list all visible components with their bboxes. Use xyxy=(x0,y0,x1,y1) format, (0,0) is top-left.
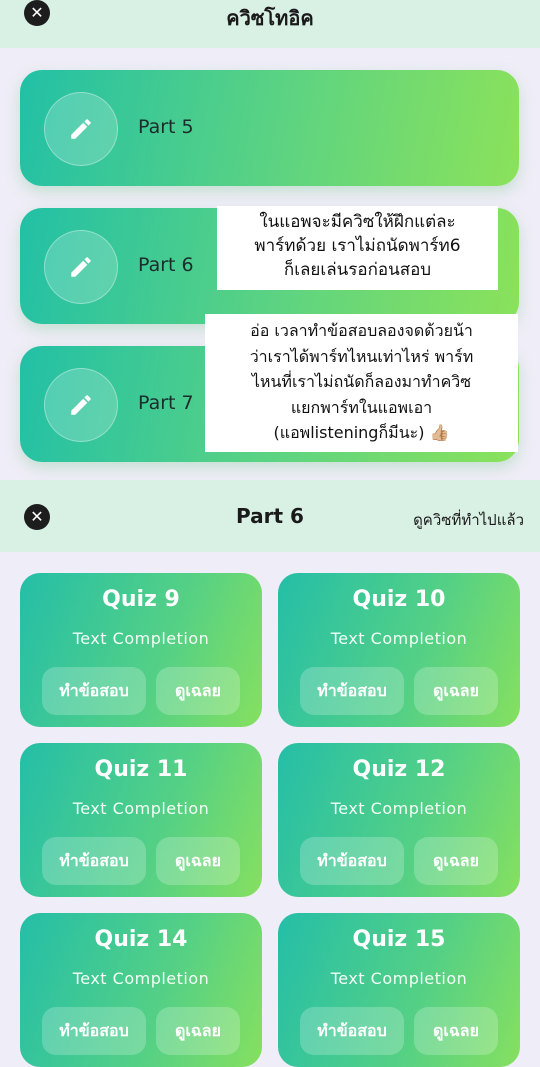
take-quiz-button[interactable]: ทำข้อสอบ xyxy=(300,837,404,885)
view-done-quizzes-link[interactable]: ดูควิซที่ทำไปแล้ว xyxy=(413,508,524,532)
view-answers-button[interactable]: ดูเฉลย xyxy=(414,837,498,885)
take-quiz-button[interactable]: ทำข้อสอบ xyxy=(300,667,404,715)
edit-button[interactable] xyxy=(44,92,118,166)
pencil-icon xyxy=(71,395,91,415)
take-quiz-button[interactable]: ทำข้อสอบ xyxy=(42,837,146,885)
quiz-card: Quiz 14 Text Completion ทำข้อสอบ ดูเฉลย xyxy=(20,913,262,1067)
note-line: ว่าเราได้พาร์ทไหนเท่าไหร่ พาร์ท xyxy=(249,346,474,366)
quiz-title: Quiz 11 xyxy=(94,757,188,782)
quiz-subtitle: Text Completion xyxy=(330,799,468,818)
quiz-card: Quiz 15 Text Completion ทำข้อสอบ ดูเฉลย xyxy=(278,913,520,1067)
top-header: ✕ ควิซโทอิค xyxy=(0,0,540,48)
edit-button[interactable] xyxy=(44,230,118,304)
part-label: Part 6 xyxy=(138,254,194,276)
quiz-title: Quiz 12 xyxy=(352,757,446,782)
quiz-card: Quiz 10 Text Completion ทำข้อสอบ ดูเฉลย xyxy=(278,573,520,727)
note-line: (แอพlisteningก็มีนะ) 👍🏼 xyxy=(273,423,450,442)
page-title: ควิซโทอิค xyxy=(226,6,314,30)
quiz-card: Quiz 12 Text Completion ทำข้อสอบ ดูเฉลย xyxy=(278,743,520,897)
edit-button[interactable] xyxy=(44,368,118,442)
quiz-title: Quiz 15 xyxy=(352,927,446,952)
section-header: ✕ Part 6 ดูควิซที่ทำไปแล้ว xyxy=(0,480,540,552)
part-label: Part 7 xyxy=(138,392,194,414)
part-card-5[interactable]: Part 5 xyxy=(20,70,519,186)
note-line: พาร์ทด้วย เราไม่ถนัดพาร์ท6 xyxy=(254,236,461,256)
note-line: ในแอพจะมีควิซให้ฝึกแต่ละ xyxy=(259,212,456,232)
quiz-card: Quiz 11 Text Completion ทำข้อสอบ ดูเฉลย xyxy=(20,743,262,897)
quiz-card: Quiz 9 Text Completion ทำข้อสอบ ดูเฉลย xyxy=(20,573,262,727)
quiz-subtitle: Text Completion xyxy=(72,799,210,818)
quiz-subtitle: Text Completion xyxy=(72,969,210,988)
view-answers-button[interactable]: ดูเฉลย xyxy=(414,1007,498,1055)
note-line: ไหนที่เราไม่ถนัดก็ลองมาทำควิซ xyxy=(251,372,472,391)
part-label: Part 5 xyxy=(138,116,194,138)
view-answers-button[interactable]: ดูเฉลย xyxy=(156,837,240,885)
caption-note-2: อ่อ เวลาทำข้อสอบลองจดด้วยน้า ว่าเราได้พา… xyxy=(205,314,518,452)
pencil-icon xyxy=(71,119,91,139)
quiz-subtitle: Text Completion xyxy=(72,629,210,648)
note-line: แยกพาร์ทในแอพเอา xyxy=(290,397,433,417)
quiz-title: Quiz 9 xyxy=(102,587,180,612)
quiz-title: Quiz 10 xyxy=(352,587,446,612)
quiz-subtitle: Text Completion xyxy=(330,629,468,648)
view-answers-button[interactable]: ดูเฉลย xyxy=(414,667,498,715)
note-line: อ่อ เวลาทำข้อสอบลองจดด้วยน้า xyxy=(250,321,473,340)
view-answers-button[interactable]: ดูเฉลย xyxy=(156,1007,240,1055)
pencil-icon xyxy=(71,257,91,277)
caption-note-1: ในแอพจะมีควิซให้ฝึกแต่ละ พาร์ทด้วย เราไม… xyxy=(217,206,498,290)
quiz-title: Quiz 14 xyxy=(94,927,188,952)
take-quiz-button[interactable]: ทำข้อสอบ xyxy=(42,667,146,715)
take-quiz-button[interactable]: ทำข้อสอบ xyxy=(300,1007,404,1055)
quiz-subtitle: Text Completion xyxy=(330,969,468,988)
view-answers-button[interactable]: ดูเฉลย xyxy=(156,667,240,715)
take-quiz-button[interactable]: ทำข้อสอบ xyxy=(42,1007,146,1055)
note-line: ก็เลยเล่นรอก่อนสอบ xyxy=(283,260,432,280)
